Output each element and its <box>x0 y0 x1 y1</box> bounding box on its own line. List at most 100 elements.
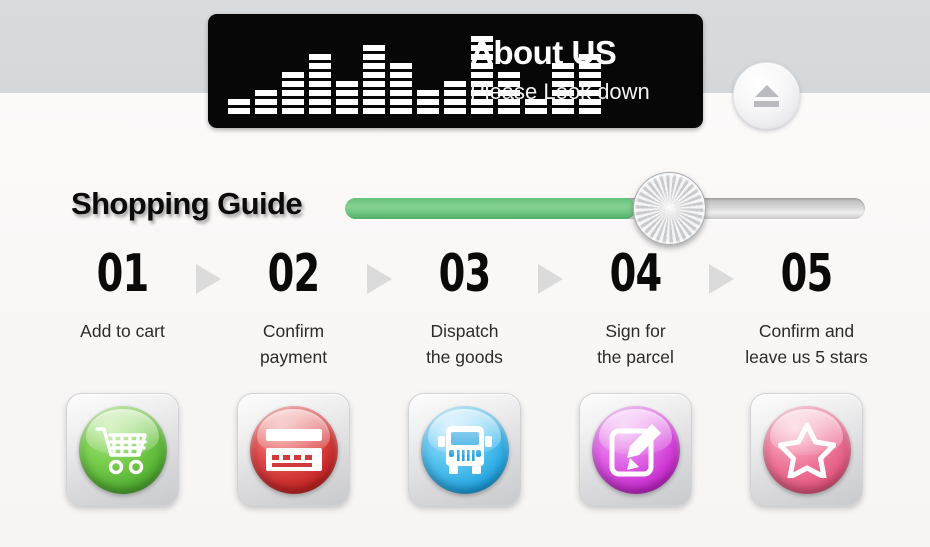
step-separator <box>185 246 231 294</box>
equalizer-segment <box>363 54 385 60</box>
eject-button[interactable] <box>733 62 800 129</box>
equalizer-segment <box>390 90 412 96</box>
equalizer-segment <box>363 90 385 96</box>
equalizer-segment <box>228 99 250 105</box>
sign-document-icon <box>591 405 680 494</box>
steps-row: 01 Add to cart 02 Confirm payment 03 Dispatch… <box>60 246 872 370</box>
equalizer-bar <box>336 81 358 114</box>
equalizer-bar <box>444 81 466 114</box>
step-icon-button-04[interactable] <box>579 393 692 506</box>
equalizer-segment <box>498 108 520 114</box>
equalizer-bar <box>390 63 412 114</box>
icon-cell <box>60 393 185 506</box>
equalizer-segment <box>255 108 277 114</box>
progress-slider-fill <box>345 198 637 219</box>
equalizer-bar <box>228 99 250 114</box>
equalizer-segment <box>255 99 277 105</box>
equalizer-bar <box>282 72 304 114</box>
equalizer-segment <box>336 108 358 114</box>
equalizer-bar <box>255 90 277 114</box>
equalizer-segment <box>390 63 412 69</box>
icon-cell <box>402 393 527 506</box>
step-number: 03 <box>438 244 492 304</box>
equalizer-segment <box>390 108 412 114</box>
delivery-truck-icon <box>420 405 509 494</box>
progress-slider-track[interactable] <box>345 198 865 219</box>
equalizer-segment <box>309 54 331 60</box>
equalizer-segment <box>390 81 412 87</box>
equalizer-segment <box>363 72 385 78</box>
step-icon-button-02[interactable] <box>237 393 350 506</box>
equalizer-segment <box>552 108 574 114</box>
equalizer-segment <box>417 99 439 105</box>
equalizer-segment <box>282 108 304 114</box>
step-icon-button-03[interactable] <box>408 393 521 506</box>
equalizer-segment <box>417 90 439 96</box>
equalizer-segment <box>417 108 439 114</box>
step-icon-button-01[interactable] <box>66 393 179 506</box>
step-01: 01 Add to cart <box>60 246 185 344</box>
banner-text-group: About US Please Look down <box>470 30 685 108</box>
step-03: 03 Dispatch the goods <box>402 246 527 370</box>
equalizer-segment <box>309 81 331 87</box>
arrow-right-icon <box>366 264 392 294</box>
shopping-cart-icon <box>78 405 167 494</box>
step-label: Dispatch the goods <box>426 321 503 367</box>
arrow-right-icon <box>195 264 221 294</box>
star-icon <box>762 405 851 494</box>
equalizer-segment <box>444 81 466 87</box>
equalizer-segment <box>282 90 304 96</box>
equalizer-segment <box>444 99 466 105</box>
step-label: Sign for the parcel <box>597 321 674 367</box>
equalizer-segment <box>336 99 358 105</box>
equalizer-segment <box>336 81 358 87</box>
equalizer-segment <box>363 63 385 69</box>
step-number: 01 <box>96 244 150 304</box>
step-separator <box>527 246 573 294</box>
equalizer-segment <box>336 90 358 96</box>
page-root: About US Please Look down Shopping Guide… <box>0 0 930 547</box>
equalizer-segment <box>390 72 412 78</box>
step-number: 02 <box>267 244 321 304</box>
equalizer-segment <box>228 108 250 114</box>
equalizer-segment <box>390 99 412 105</box>
equalizer-segment <box>363 81 385 87</box>
equalizer-segment <box>309 72 331 78</box>
equalizer-segment <box>282 99 304 105</box>
step-label: Add to cart <box>80 321 165 341</box>
equalizer-segment <box>282 72 304 78</box>
step-02: 02 Confirm payment <box>231 246 356 370</box>
banner-title: About US <box>470 34 617 71</box>
equalizer-segment <box>309 108 331 114</box>
arrow-right-icon <box>708 264 734 294</box>
equalizer-bar <box>363 45 385 114</box>
eject-triangle <box>754 84 779 97</box>
equalizer-segment <box>309 90 331 96</box>
step-05: 05 Confirm and leave us 5 stars <box>744 246 869 370</box>
equalizer-segment <box>444 90 466 96</box>
equalizer-segment <box>525 108 547 114</box>
arrow-right-icon <box>537 264 563 294</box>
equalizer-segment <box>363 108 385 114</box>
equalizer-segment <box>255 90 277 96</box>
equalizer-segment <box>363 45 385 51</box>
about-us-banner: About US Please Look down <box>208 14 703 128</box>
progress-slider-knob[interactable] <box>633 172 706 245</box>
step-separator <box>356 246 402 294</box>
equalizer-bar <box>309 54 331 114</box>
equalizer-bar <box>417 90 439 114</box>
step-label: Confirm payment <box>259 321 328 367</box>
page-title: Shopping Guide <box>71 186 303 221</box>
step-label: Confirm and leave us 5 stars <box>745 321 868 367</box>
equalizer-segment <box>444 108 466 114</box>
equalizer-segment <box>471 108 493 114</box>
step-icons-row <box>60 393 872 506</box>
icon-cell <box>744 393 869 506</box>
equalizer-segment <box>309 63 331 69</box>
step-icon-button-05[interactable] <box>750 393 863 506</box>
equalizer-segment <box>579 108 601 114</box>
eject-bar <box>754 100 779 107</box>
banner-subtitle: Please Look down <box>470 79 650 104</box>
equalizer-segment <box>282 81 304 87</box>
eject-icon <box>754 84 780 107</box>
